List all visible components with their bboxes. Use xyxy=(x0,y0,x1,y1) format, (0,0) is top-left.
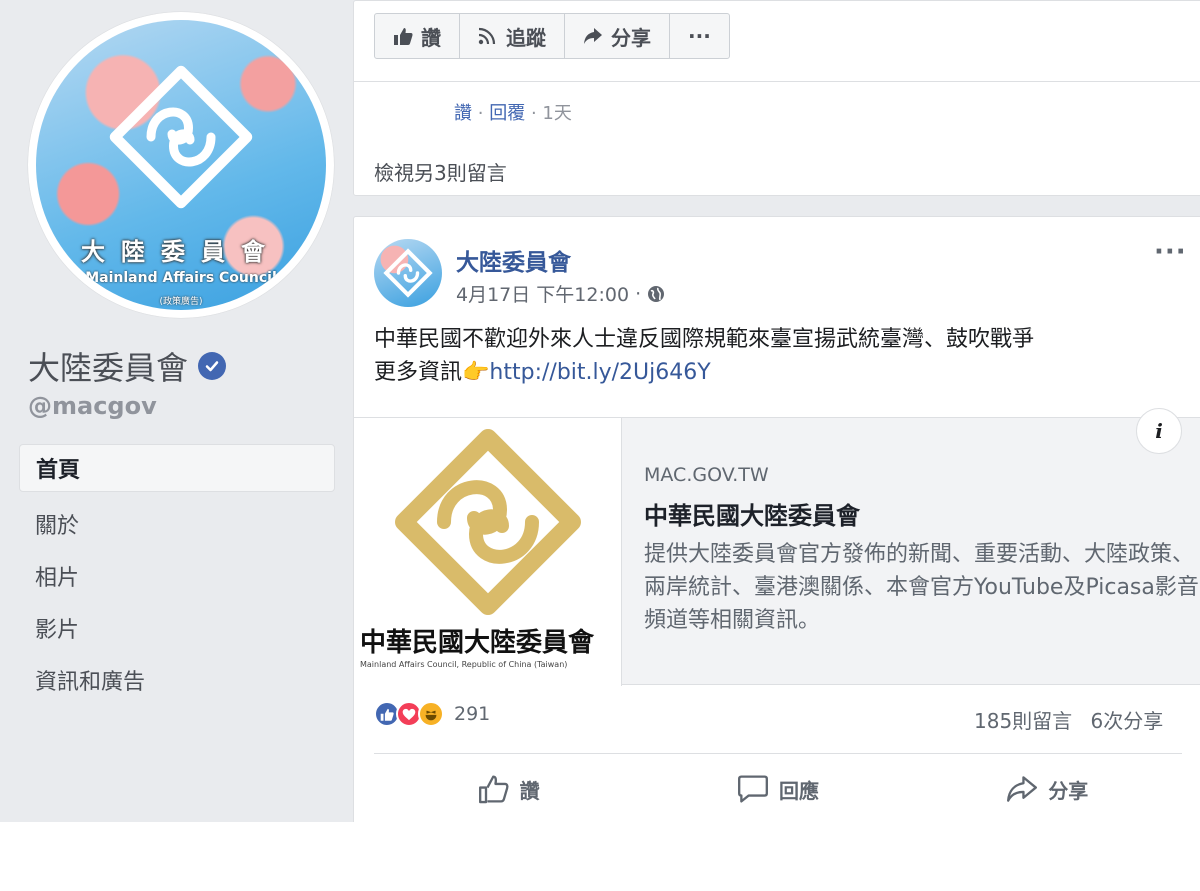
share-button[interactable]: 分享 xyxy=(913,765,1182,813)
follow-page-label: 追蹤 xyxy=(506,25,546,50)
nav-item-photos[interactable]: 相片 xyxy=(19,550,335,602)
preview-image-subtitle: Mainland Affairs Council, Republic of Ch… xyxy=(360,660,568,669)
post-text-line: 更多資訊👉http://bit.ly/2Uj646Y xyxy=(374,356,1174,389)
post-options-icon[interactable]: ··· xyxy=(1154,237,1187,267)
link-preview-image[interactable]: 中華民國大陸委員會 Mainland Affairs Council, Repu… xyxy=(354,418,622,686)
view-more-comments-link[interactable]: 檢視另3則留言 xyxy=(374,157,507,186)
post-more-info-text: 更多資訊 xyxy=(374,360,463,385)
share-outline-icon xyxy=(1007,776,1038,802)
comment-meta: 讚 · 回覆 · 1天 xyxy=(454,99,572,125)
mac-logo-icon xyxy=(383,248,433,298)
nav-item-videos[interactable]: 影片 xyxy=(19,602,335,654)
nav-item-about[interactable]: 關於 xyxy=(19,498,335,550)
comment-time[interactable]: 1天 xyxy=(542,103,571,124)
follow-page-button[interactable]: 追蹤 xyxy=(460,14,565,58)
thumbs-up-icon xyxy=(394,28,413,45)
separator-dot: · xyxy=(477,103,484,124)
post-actions: 讚 回應 分享 xyxy=(374,765,1182,813)
link-preview-description: 提供大陸委員會官方發佈的新聞、重要活動、大陸政策、兩岸統計、臺港澳關係、本會官方… xyxy=(644,542,1199,633)
comment-button[interactable]: 回應 xyxy=(643,765,912,813)
profile-picture-image: 大陸委員會 Mainland Affairs Council (政策廣告) xyxy=(36,20,326,310)
post-time-text[interactable]: 4月17日 下午12:00 xyxy=(456,280,629,307)
post-text: 中華民國不歡迎外來人士違反國際規範來臺宣揚武統臺灣、鼓吹戰爭 更多資訊👉http… xyxy=(374,323,1174,389)
page-name-text: 大陸委員會 xyxy=(28,349,189,387)
share-arrow-icon xyxy=(584,28,602,44)
preview-image-title: 中華民國大陸委員會 xyxy=(360,628,595,658)
page-title: 大陸委員會 xyxy=(28,343,227,389)
mac-gold-logo-icon xyxy=(395,429,581,615)
link-preview-title[interactable]: 中華民國大陸委員會 xyxy=(644,496,860,531)
avatar-english-name: Mainland Affairs Council xyxy=(85,270,277,286)
post-stats: 185則留言 6次分享 xyxy=(974,705,1163,734)
comment-label: 回應 xyxy=(778,778,819,803)
verified-badge-icon xyxy=(198,352,227,380)
haha-reaction-icon xyxy=(418,701,444,727)
share-count[interactable]: 6次分享 xyxy=(1091,709,1164,733)
info-icon[interactable]: i xyxy=(1136,408,1182,454)
comment-reply-link[interactable]: 回覆 xyxy=(489,103,525,124)
avatar-title: 大陸委員會 xyxy=(81,237,281,266)
previous-post-card: 讚 追蹤 分享 ··· 讚 · 回覆 · 1天 檢視另3則留言 xyxy=(353,0,1200,196)
like-label: 讚 xyxy=(519,778,540,803)
globe-icon xyxy=(648,285,665,302)
comment-like-link[interactable]: 讚 xyxy=(454,103,472,124)
nav-item-home[interactable]: 首頁 xyxy=(19,444,335,492)
post-text-line: 中華民國不歡迎外來人士違反國際規範來臺宣揚武統臺灣、鼓吹戰爭 xyxy=(374,327,1035,352)
profile-picture[interactable]: 大陸委員會 Mainland Affairs Council (政策廣告) xyxy=(28,12,334,318)
like-page-button[interactable]: 讚 xyxy=(375,14,460,58)
link-preview-card[interactable]: 中華民國大陸委員會 Mainland Affairs Council, Repu… xyxy=(354,408,1200,686)
comment-bubble-icon xyxy=(738,775,768,803)
avatar-small-text: (政策廣告) xyxy=(159,297,203,307)
nav-item-info-ads[interactable]: 資訊和廣告 xyxy=(19,654,335,706)
reaction-count: 291 xyxy=(454,703,491,725)
divider xyxy=(374,753,1182,754)
share-label: 分享 xyxy=(1048,778,1089,803)
share-page-button[interactable]: 分享 xyxy=(565,14,670,58)
left-column: 大陸委員會 Mainland Affairs Council (政策廣告) 大陸… xyxy=(0,0,352,822)
facebook-page: 大陸委員會 Mainland Affairs Council (政策廣告) 大陸… xyxy=(0,0,1200,822)
share-page-label: 分享 xyxy=(611,25,651,50)
post-card: 大陸委員會 4月17日 下午12:00 · ··· 中華民國不歡迎外來人士違反國… xyxy=(353,216,1200,822)
more-options-button[interactable]: ··· xyxy=(670,14,729,58)
page-handle[interactable]: @macgov xyxy=(28,392,157,420)
post-timestamp: 4月17日 下午12:00 · xyxy=(456,280,665,307)
page-navigation: 首頁 關於 相片 影片 資訊和廣告 xyxy=(19,444,335,706)
like-button[interactable]: 讚 xyxy=(374,765,643,813)
post-author-avatar[interactable] xyxy=(374,239,442,307)
more-options-icon: ··· xyxy=(688,24,711,48)
reaction-summary[interactable]: 291 xyxy=(374,701,490,727)
link-preview-domain: MAC.GOV.TW xyxy=(644,464,769,486)
page-action-toolbar: 讚 追蹤 分享 ··· xyxy=(374,13,730,59)
thumbs-up-outline-icon xyxy=(478,775,509,804)
like-page-label: 讚 xyxy=(421,25,441,50)
rss-follow-icon xyxy=(478,27,496,45)
post-link[interactable]: http://bit.ly/2Uj646Y xyxy=(489,360,710,385)
separator-dot: · xyxy=(635,282,642,305)
divider xyxy=(354,81,1200,82)
post-author-name[interactable]: 大陸委員會 xyxy=(456,243,571,277)
pointing-hand-icon: 👉 xyxy=(462,360,490,385)
separator-dot: · xyxy=(530,103,537,124)
comment-count[interactable]: 185則留言 xyxy=(974,709,1072,733)
mac-logo-icon xyxy=(109,65,253,209)
